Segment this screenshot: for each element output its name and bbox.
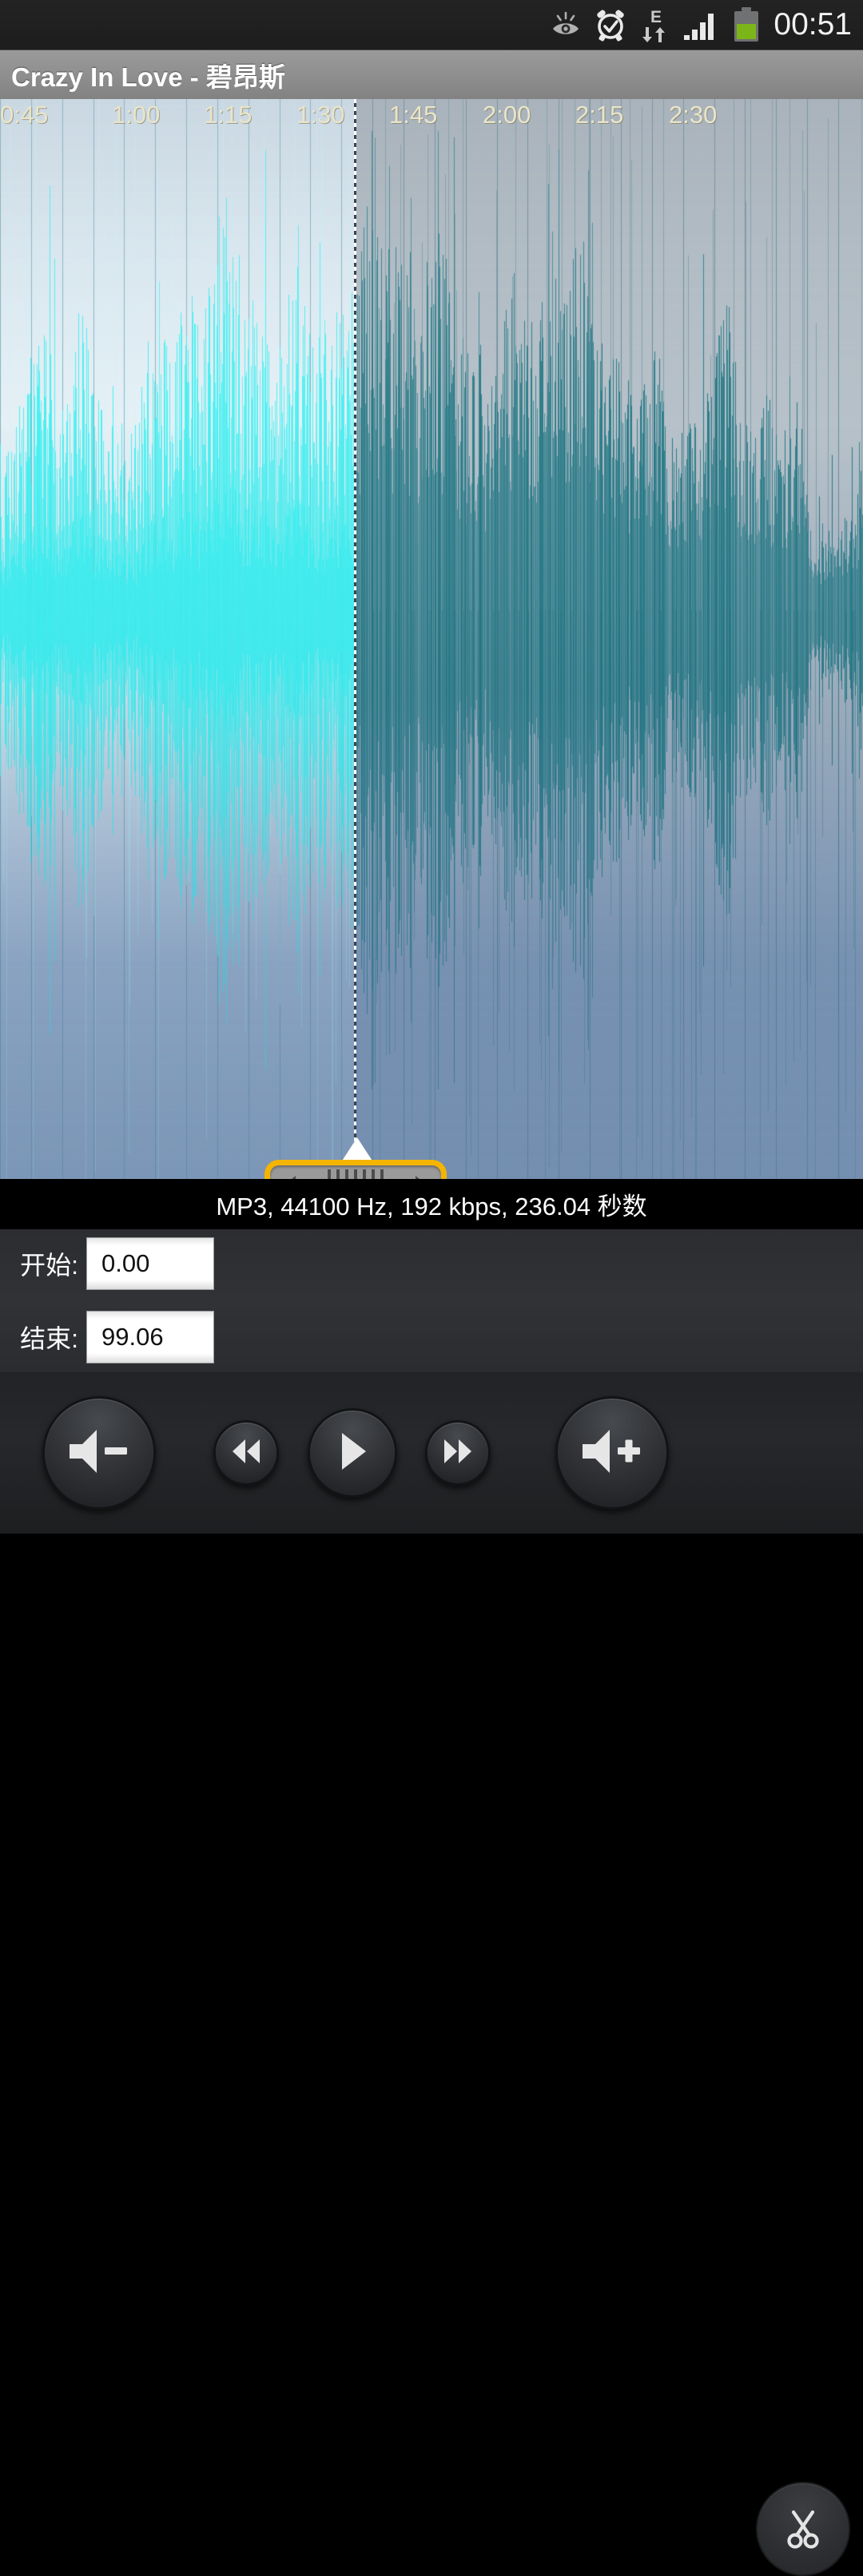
start-time-label: 开始: [20, 1251, 78, 1280]
selection-end-handle[interactable] [264, 1160, 447, 1179]
start-time-input[interactable]: 0.00 [86, 1237, 214, 1290]
volume-down-button[interactable] [42, 1396, 156, 1510]
selection-end-marker[interactable] [354, 99, 356, 1179]
ruler-label: 2:30 [669, 101, 718, 129]
ruler-label: 1:30 [296, 101, 345, 129]
alarm-clock-icon [595, 8, 626, 42]
waveform-view[interactable]: 0:45 1:00 1:15 1:30 1:45 2:00 2:15 2:30 [0, 99, 863, 1179]
ruler-label: 2:15 [575, 101, 624, 129]
end-time-value: 99.06 [101, 1323, 164, 1351]
start-time-value: 0.00 [101, 1249, 150, 1277]
end-time-row: 结束: 99.06 [0, 1311, 214, 1363]
speaker-plus-icon [578, 1425, 646, 1482]
signal-bars-icon [682, 8, 719, 42]
edit-panel: 开始: 0.00 结束: 99.06 [0, 1228, 863, 2576]
ruler-label: 1:45 [389, 101, 438, 129]
scissors-icon [778, 2503, 828, 2556]
battery-icon [732, 6, 761, 43]
rewind-icon [229, 1438, 263, 1469]
title-bar: Crazy In Love - 碧昂斯 [0, 50, 863, 99]
start-time-row: 开始: 0.00 [0, 1237, 214, 1290]
page-title: Crazy In Love - 碧昂斯 [11, 62, 285, 92]
eye-icon [550, 9, 582, 41]
ruler-label: 1:15 [204, 101, 253, 129]
waveform-canvas[interactable] [0, 99, 863, 1179]
edge-data-icon: E [639, 6, 670, 43]
transport-controls [0, 1372, 863, 1534]
end-time-label: 结束: [20, 1324, 78, 1353]
ruler-label: 1:00 [112, 101, 161, 129]
fast-forward-icon [441, 1438, 475, 1469]
play-button[interactable] [308, 1408, 397, 1498]
svg-text:E: E [650, 8, 662, 26]
speaker-minus-icon [65, 1425, 133, 1482]
file-info-bar: MP3, 44100 Hz, 192 kbps, 236.04 秒数 [0, 1179, 863, 1228]
ruler-label: 2:00 [483, 101, 531, 129]
fast-forward-button[interactable] [425, 1420, 491, 1486]
play-icon [335, 1431, 370, 1476]
end-time-input[interactable]: 99.06 [86, 1311, 214, 1363]
grip-lines-icon [328, 1169, 384, 1179]
timeline-ruler: 0:45 1:00 1:15 1:30 1:45 2:00 2:15 2:30 [0, 99, 863, 139]
status-bar: E 00:51 [0, 0, 863, 50]
rewind-button[interactable] [213, 1420, 279, 1486]
cut-button[interactable] [756, 2482, 850, 2576]
ruler-label: 0:45 [0, 101, 49, 129]
volume-up-button[interactable] [555, 1396, 669, 1510]
file-info-text: MP3, 44100 Hz, 192 kbps, 236.04 秒数 [216, 1192, 647, 1221]
status-clock: 00:51 [774, 7, 852, 42]
